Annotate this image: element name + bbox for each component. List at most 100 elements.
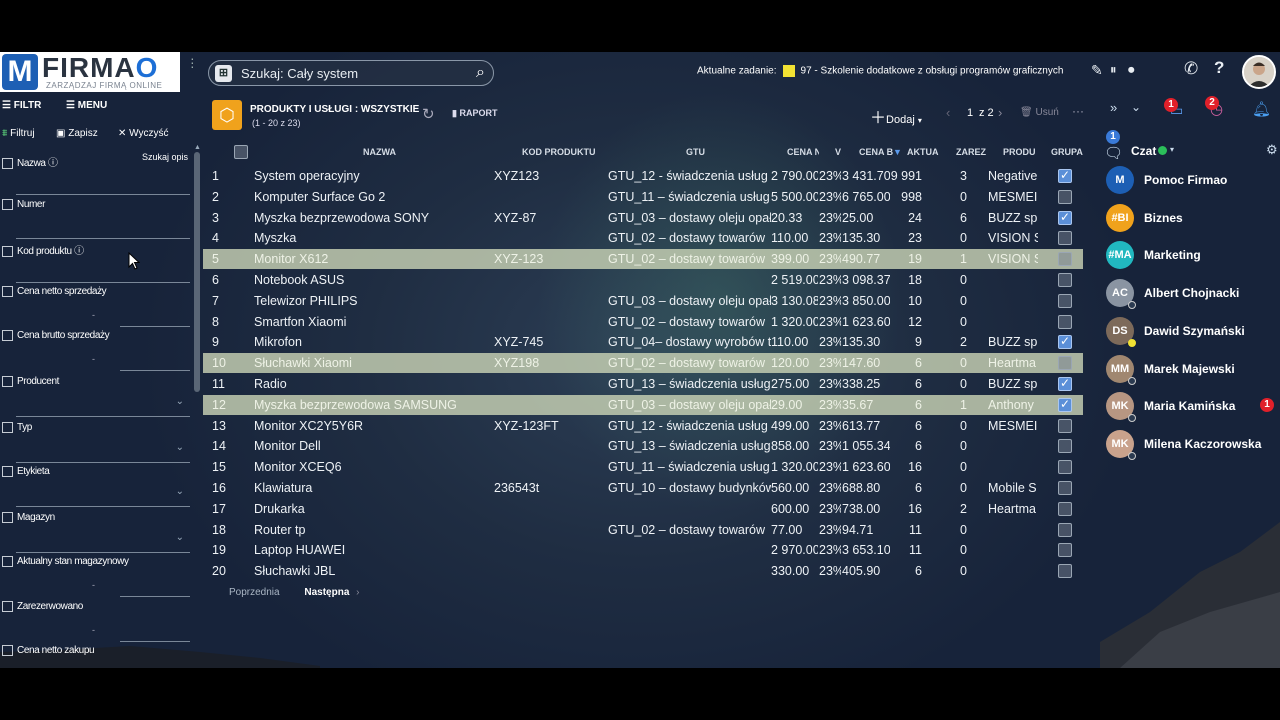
next-page-icon[interactable]: ›: [998, 105, 1002, 120]
table-row[interactable]: 4 Myszka GTU_02 – dostawy towarów 110.00 23%…: [203, 228, 1083, 248]
chat-label[interactable]: Czat: [1131, 144, 1156, 158]
col-vat[interactable]: V: [835, 147, 841, 157]
prev-page-icon[interactable]: ‹: [946, 105, 950, 120]
filter-field-zarezerwowano[interactable]: Zarezerwowano -: [0, 597, 190, 642]
grupa-checkbox[interactable]: [1058, 439, 1072, 454]
chevron-down-icon[interactable]: ⌄: [176, 442, 184, 453]
filter-field-aktualny-stan[interactable]: Aktualny stan magazynowy -: [0, 552, 190, 597]
current-task[interactable]: Aktualne zadanie: 97 - Szkolenie dodatkow…: [697, 65, 1063, 77]
grupa-checkbox[interactable]: [1058, 522, 1072, 537]
global-search[interactable]: ⊞ ⌕: [208, 60, 494, 86]
grupa-checkbox[interactable]: [1058, 377, 1072, 391]
user-avatar[interactable]: [1242, 55, 1276, 89]
next-page-link[interactable]: Następna: [304, 587, 349, 598]
filter-field-producent[interactable]: Producent ⌄: [0, 372, 190, 417]
filter-panel-scrollbar[interactable]: [194, 152, 200, 392]
col-zarezerwowano[interactable]: ZAREZ: [956, 147, 986, 157]
grupa-checkbox[interactable]: [1058, 335, 1072, 350]
grupa-checkbox[interactable]: [1058, 501, 1072, 516]
table-row[interactable]: 1 System operacyjny XYZ123 GTU_12 - świadcz…: [203, 166, 1083, 186]
filter-field-cena-netto-zakupu[interactable]: Cena netto zakupu: [0, 641, 190, 668]
checkbox[interactable]: [2, 512, 13, 523]
gear-icon[interactable]: ⚙: [1266, 142, 1278, 158]
grupa-checkbox[interactable]: [1058, 397, 1072, 412]
chevron-down-icon[interactable]: ⌄: [176, 396, 184, 407]
chevron-down-icon[interactable]: ⌄: [176, 486, 184, 497]
contact-item[interactable]: #MA Marketing: [1106, 241, 1278, 273]
wyczysc-button[interactable]: ✕ Wyczyść: [118, 128, 169, 139]
select-all-checkbox[interactable]: [234, 145, 248, 159]
table-row[interactable]: 20 Słuchawki JBL 330.00 23%405.90 6 0: [203, 561, 1083, 581]
grupa-checkbox[interactable]: [1058, 356, 1072, 371]
table-row[interactable]: 16 Klawiatura 236543t GTU_10 – dostawy budy…: [203, 478, 1083, 498]
filter-field-cena-netto-sprzedazy[interactable]: Cena netto sprzedaży -: [0, 282, 190, 327]
checkbox[interactable]: [2, 330, 13, 341]
more-horizontal-icon[interactable]: ···: [1072, 104, 1084, 118]
filter-field-cena-brutto-sprzedazy[interactable]: Cena brutto sprzedaży -: [0, 326, 190, 371]
search-scope-icon[interactable]: ⊞: [215, 65, 232, 82]
checkbox[interactable]: [2, 466, 13, 477]
checkbox[interactable]: [2, 645, 13, 656]
contact-item[interactable]: MM Marek Majewski: [1106, 354, 1278, 387]
checkbox[interactable]: [2, 286, 13, 297]
col-gtu[interactable]: GTU: [686, 147, 705, 157]
col-cena-brutto[interactable]: CENA B: [859, 147, 893, 157]
table-row[interactable]: 15 Monitor XCEQ6 GTU_11 – świadczenia usłu…: [203, 457, 1083, 477]
col-cena-netto[interactable]: CENA N: [787, 147, 819, 157]
edit-task-icon[interactable]: ✎: [1091, 62, 1103, 79]
search-input[interactable]: [241, 64, 461, 82]
contact-item[interactable]: MK Milena Kaczorowska: [1106, 429, 1278, 462]
grupa-checkbox[interactable]: [1058, 293, 1072, 308]
table-row[interactable]: 7 Telewizor PHILIPS GTU_03 – dostawy oleju…: [203, 291, 1083, 311]
grupa-checkbox[interactable]: [1058, 543, 1072, 558]
dodaj-button[interactable]: ＋Dodaj ▾: [870, 104, 922, 128]
help-icon[interactable]: ?: [1214, 58, 1224, 78]
caret-down-icon[interactable]: ▾: [1170, 145, 1174, 154]
col-kod-produktu[interactable]: KOD PRODUKTU: [522, 147, 596, 157]
grupa-checkbox[interactable]: [1058, 252, 1072, 267]
filter-field-kod-produktu[interactable]: Kod produktu ⓘ: [0, 238, 190, 283]
grupa-checkbox[interactable]: [1058, 273, 1072, 287]
table-row[interactable]: 17 Drukarka 600.00 23%738.00 16 2 Heartma: [203, 499, 1083, 519]
bell-icon[interactable]: 🔔︎: [1252, 100, 1271, 118]
table-row[interactable]: 13 Monitor XC2Y5Y6R XYZ-123FT GTU_12 - świa…: [203, 416, 1083, 436]
raport-button[interactable]: ▮ RAPORT: [452, 108, 497, 119]
table-row[interactable]: 10 Słuchawki Xiaomi XYZ198 GTU_02 – dostawy…: [203, 353, 1083, 374]
filter-field-typ[interactable]: Typ ⌄: [0, 418, 190, 463]
col-grupa[interactable]: GRUPA: [1051, 147, 1083, 157]
grupa-checkbox[interactable]: [1058, 189, 1072, 204]
prev-page-link[interactable]: Poprzednia: [229, 587, 280, 598]
firmao-logo[interactable]: M FIRMAO ZARZĄDZAJ FIRMĄ ONLINE: [0, 52, 180, 92]
more-vertical-icon[interactable]: · · ·: [190, 52, 195, 73]
contact-item[interactable]: AC Albert Chojnacki: [1106, 279, 1278, 311]
table-row[interactable]: 6 Notebook ASUS 2 519.0023%3 098.37 18 0: [203, 270, 1083, 290]
filtruj-button[interactable]: ⩩ Filtruj: [2, 128, 35, 139]
menu-tab[interactable]: ☰ MENU: [66, 100, 107, 111]
checkbox[interactable]: [2, 601, 13, 612]
sort-desc-icon[interactable]: ▼: [893, 147, 902, 157]
grupa-checkbox[interactable]: [1058, 481, 1072, 495]
filter-tab[interactable]: ☰ FILTR: [2, 100, 41, 111]
filter-field-etykieta[interactable]: Etykieta ⌄: [0, 462, 190, 507]
grupa-checkbox[interactable]: [1058, 564, 1072, 579]
col-aktualny-stan[interactable]: AKTUA: [907, 147, 939, 157]
filter-field-magazyn[interactable]: Magazyn ⌄: [0, 508, 190, 553]
table-row[interactable]: 14 Monitor Dell GTU_13 – świadczenia usług…: [203, 436, 1083, 456]
table-row[interactable]: 18 Router tp GTU_02 – dostawy towarów 77.00…: [203, 520, 1083, 540]
checkbox[interactable]: [2, 199, 13, 210]
table-row[interactable]: 12 Myszka bezprzewodowa SAMSUNG GTU_03 – d…: [203, 394, 1083, 415]
grupa-checkbox[interactable]: [1058, 169, 1072, 183]
contact-item[interactable]: #BI Biznes: [1106, 203, 1278, 236]
page-number[interactable]: 1: [967, 107, 973, 119]
contact-item[interactable]: M Pomoc Firmao: [1106, 166, 1278, 198]
filter-field-numer[interactable]: Numer: [0, 194, 190, 239]
zapisz-button[interactable]: ▣ Zapisz: [56, 128, 98, 139]
chevron-down-icon[interactable]: ⌄: [176, 532, 184, 543]
checkbox[interactable]: [2, 376, 13, 387]
contact-item[interactable]: DS Dawid Szymański: [1106, 316, 1278, 349]
usun-button[interactable]: 🗑︎ Usuń: [1020, 107, 1059, 118]
checkbox[interactable]: [2, 157, 13, 169]
stop-task-icon[interactable]: ⏺: [1128, 62, 1135, 78]
col-nazwa[interactable]: NAZWA: [363, 147, 396, 157]
scroll-up-icon[interactable]: ▲: [194, 144, 201, 151]
